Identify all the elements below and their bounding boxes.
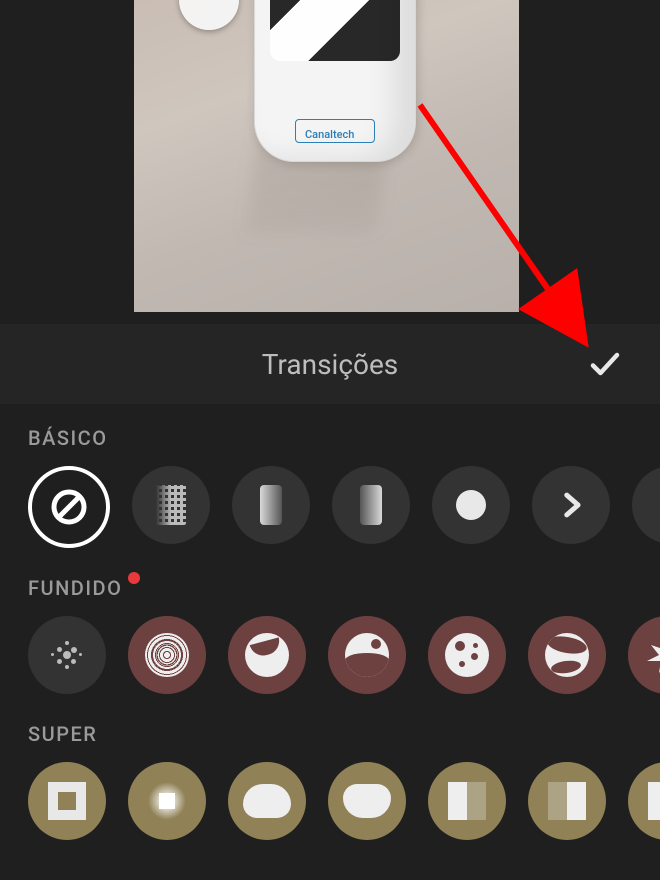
transition-glow-square[interactable] [128,762,206,840]
transition-morph-2[interactable] [328,762,406,840]
section-label-basic: BÁSICO [0,404,108,450]
transition-morph-1[interactable] [228,762,306,840]
globe-icon [545,633,589,677]
square-hollow-icon [48,782,86,820]
video-preview-frame[interactable]: Canaltech [134,0,519,312]
fade-left-icon [360,485,382,525]
confirm-button[interactable] [580,339,630,389]
transition-slide-prev[interactable] [632,466,660,544]
blob-icon [343,784,391,818]
new-indicator-dot [128,572,140,584]
transition-split-3[interactable] [628,762,660,840]
transition-halftone-1[interactable] [28,616,106,694]
transition-swirl[interactable] [228,616,306,694]
none-icon [49,487,89,527]
liquid-icon [345,633,389,677]
fade-right-icon [260,485,282,525]
bubbles-icon [445,633,489,677]
transition-slide-next[interactable] [532,466,610,544]
transition-zoom-square[interactable] [28,762,106,840]
options-row-basic [0,450,660,554]
panel-header: Transições [0,324,660,404]
transition-split-right[interactable] [528,762,606,840]
options-row-dissolve [0,600,660,700]
transition-liquid[interactable] [328,616,406,694]
transition-fade-left[interactable] [332,466,410,544]
section-label-super: SUPER [0,700,97,746]
transition-globe[interactable] [528,616,606,694]
split-left-icon [448,782,486,820]
preview-content: Canaltech [254,0,416,162]
panel-title: Transições [30,348,630,381]
halftone-sphere-icon [145,633,189,677]
chevron-right-icon [554,488,588,522]
transition-fade-right[interactable] [232,466,310,544]
glow-square-icon [145,779,189,823]
dissolve-icon [156,485,186,525]
transition-bubbles[interactable] [428,616,506,694]
options-row-super [0,746,660,846]
transition-none[interactable] [28,466,110,548]
split-right-icon [548,782,586,820]
circle-icon [456,490,486,520]
split-icon [648,782,660,820]
splat-icon [645,633,660,677]
transition-halftone-2[interactable] [128,616,206,694]
blob-icon [243,784,291,818]
transition-iris[interactable] [432,466,510,544]
swirl-icon [245,633,289,677]
preview-logo-text: Canaltech [305,128,354,141]
transition-dissolve[interactable] [132,466,210,544]
section-label-dissolve: FUNDIDO [0,554,122,600]
preview-overlay-button[interactable] [179,0,239,30]
check-icon [587,346,623,382]
chevron-left-icon [654,488,660,522]
halftone-icon [47,635,87,675]
transition-splat[interactable] [628,616,660,694]
video-preview-area: Canaltech [0,0,660,324]
transition-split-left[interactable] [428,762,506,840]
